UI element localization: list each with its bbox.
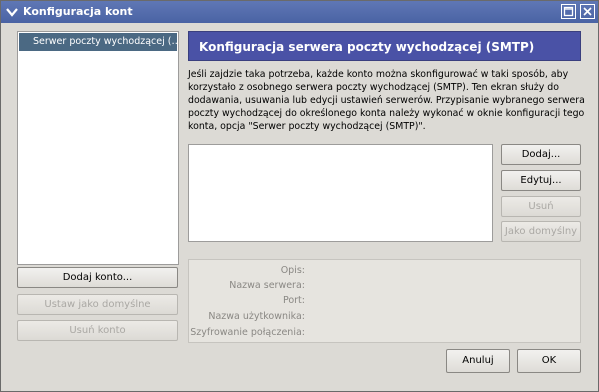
description-line: dodawania, usuwania lub edycji ustawień … xyxy=(188,95,585,106)
account-list[interactable]: Serwer poczty wychodzącej (… xyxy=(17,31,179,265)
port-label: Port: xyxy=(282,295,305,306)
encryption-label: Szyfrowanie połączenia: xyxy=(190,327,305,338)
remove-server-button[interactable]: Usuń xyxy=(501,196,581,217)
description-line: Jeśli zajdzie taka potrzeba, każde konto… xyxy=(188,69,569,80)
close-icon[interactable] xyxy=(580,4,595,19)
edit-server-button[interactable]: Edytuj... xyxy=(501,170,581,191)
add-account-button[interactable]: Dodaj konto... xyxy=(17,267,178,288)
smtp-server-list[interactable] xyxy=(188,144,493,242)
ok-button[interactable]: OK xyxy=(517,349,581,373)
add-server-button[interactable]: Dodaj... xyxy=(501,144,581,165)
description-line: konta, opcja "Serwer poczty wychodzącej … xyxy=(188,121,426,132)
list-item[interactable]: Serwer poczty wychodzącej (… xyxy=(19,33,177,51)
page-title: Konfiguracja serwera poczty wychodzącej … xyxy=(199,40,535,54)
page-header: Konfiguracja serwera poczty wychodzącej … xyxy=(188,31,581,61)
description-text: Jeśli zajdzie taka potrzeba, każde konto… xyxy=(188,68,585,133)
description-label: Opis: xyxy=(280,265,305,276)
cancel-button[interactable]: Anuluj xyxy=(446,349,510,373)
username-label: Nazwa użytkownika: xyxy=(208,311,305,322)
window-title: Konfiguracja kont xyxy=(23,5,133,18)
title-bar[interactable]: Konfiguracja kont xyxy=(1,1,598,23)
window-menu-icon[interactable] xyxy=(4,4,20,20)
description-line: poczty wychodzącej do określonego konta … xyxy=(188,108,585,119)
set-default-server-button[interactable]: Jako domyślny xyxy=(501,221,581,242)
account-settings-window: Konfiguracja kont Serwer poczty wychodzą… xyxy=(0,0,599,392)
server-details-panel: Opis: Nazwa serwera: Port: Nazwa użytkow… xyxy=(188,259,581,343)
remove-account-button[interactable]: Usuń konto xyxy=(17,320,178,341)
server-name-label: Nazwa serwera: xyxy=(229,280,305,291)
set-default-account-button[interactable]: Ustaw jako domyślne xyxy=(17,294,178,315)
description-line: korzystało z osobnego serwera poczty wyc… xyxy=(188,82,559,93)
minimize-icon[interactable] xyxy=(561,4,576,19)
